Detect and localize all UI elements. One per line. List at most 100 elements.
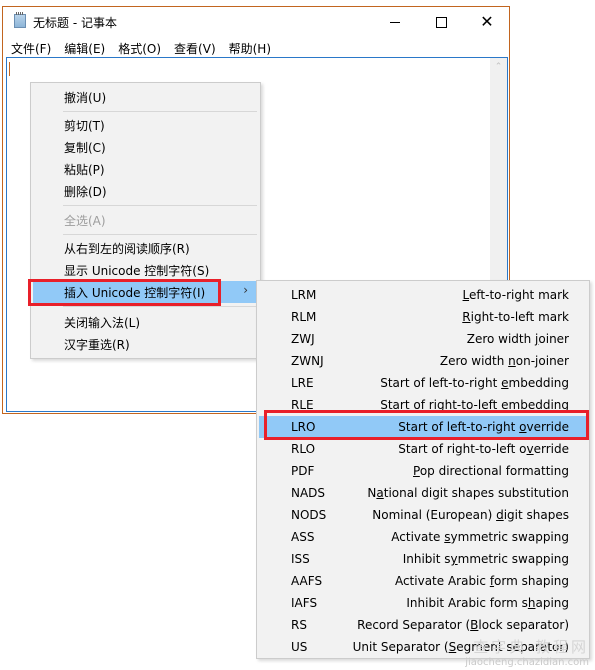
- watermark-url: jiaocheng.chazidian.com: [465, 657, 589, 668]
- control-code: IAFS: [291, 596, 318, 610]
- menu-format[interactable]: 格式(O): [112, 37, 168, 57]
- description-text: aping: [535, 596, 569, 610]
- submenu-item-zwj[interactable]: ZWJ Zero width joiner: [259, 328, 587, 350]
- control-code: RS: [291, 618, 307, 632]
- access-key: a: [376, 486, 384, 500]
- submenu-item-rlo[interactable]: RLO Start of right-to-left override: [259, 438, 587, 460]
- submenu-item-lrm[interactable]: LRM Left-to-right mark: [259, 284, 587, 306]
- control-description: Left-to-right mark: [463, 288, 569, 302]
- submenu-item-ass[interactable]: ASS Activate symmetric swapping: [259, 526, 587, 548]
- control-description: Inhibit Arabic form shaping: [406, 596, 569, 610]
- control-code: LRM: [291, 288, 317, 302]
- description-text: eft-to-right mark: [469, 288, 569, 302]
- access-key: o: [519, 420, 527, 434]
- menu-item-label: 剪切(T): [64, 119, 105, 133]
- submenu-arrow-icon: ›: [243, 283, 248, 297]
- control-description: Start of left-to-right override: [398, 420, 569, 434]
- control-code: NADS: [291, 486, 326, 500]
- menu-help[interactable]: 帮助(H): [223, 37, 278, 57]
- access-key: n: [508, 354, 516, 368]
- menu-item-label: 插入 Unicode 控制字符(I): [64, 286, 206, 300]
- control-code: ASS: [291, 530, 315, 544]
- control-code: PDF: [291, 464, 315, 478]
- description-text: orm shaping: [494, 574, 569, 588]
- submenu-item-nads[interactable]: NADS National digit shapes substitution: [259, 482, 587, 504]
- menu-item-label: 显示 Unicode 控制字符(S): [64, 264, 210, 278]
- control-description: Record Separator (Block separator): [357, 618, 569, 632]
- description-text: ymmetric swapping: [450, 530, 569, 544]
- menu-item-insert-unicode-control[interactable]: 插入 Unicode 控制字符(I) ›: [33, 281, 258, 303]
- menu-item-paste[interactable]: 粘贴(P): [33, 158, 258, 180]
- menu-view[interactable]: 查看(V): [168, 37, 223, 57]
- description-text: bedding: [520, 398, 569, 412]
- menu-separator: [63, 234, 257, 235]
- notepad-app-icon: [14, 12, 26, 28]
- access-key: d: [496, 508, 504, 522]
- control-description: Start of left-to-right embedding: [380, 376, 569, 390]
- menu-file[interactable]: 文件(F): [5, 37, 58, 57]
- menu-separator: [63, 205, 257, 206]
- menu-item-label: 从右到左的阅读顺序(R): [64, 242, 190, 256]
- control-description: Zero width joiner: [467, 332, 569, 346]
- minimize-button[interactable]: [372, 7, 418, 37]
- menu-item-cut[interactable]: 剪切(T): [33, 114, 258, 136]
- description-text: op directional formatting: [419, 464, 569, 478]
- description-text: ight-to-left mark: [470, 310, 569, 324]
- submenu-item-nods[interactable]: NODS Nominal (European) digit shapes: [259, 504, 587, 526]
- control-description: Start of right-to-left embedding: [380, 398, 569, 412]
- menu-item-label: 粘贴(P): [64, 163, 105, 177]
- menu-item-show-unicode-control[interactable]: 显示 Unicode 控制字符(S): [33, 259, 258, 281]
- submenu-item-pdf[interactable]: PDF Pop directional formatting: [259, 460, 587, 482]
- maximize-button[interactable]: [418, 7, 464, 37]
- control-description: Right-to-left mark: [462, 310, 569, 324]
- description-text: igit shapes: [503, 508, 569, 522]
- control-code: NODS: [291, 508, 327, 522]
- control-code: AAFS: [291, 574, 323, 588]
- menu-item-label: 撤消(U): [64, 91, 107, 105]
- menu-item-rtl-reading-order[interactable]: 从右到左的阅读顺序(R): [33, 237, 258, 259]
- description-text: erride: [533, 442, 569, 456]
- menu-item-select-all: 全选(A): [33, 209, 258, 231]
- control-code: RLO: [291, 442, 316, 456]
- control-code: RLM: [291, 310, 317, 324]
- menu-edit[interactable]: 编辑(E): [58, 37, 112, 57]
- description-text: verride: [526, 420, 569, 434]
- description-text: tional digit shapes substitution: [383, 486, 569, 500]
- submenu-item-aafs[interactable]: AAFS Activate Arabic form shaping: [259, 570, 587, 592]
- watermark: 查字典 教程网 jiaocheng.chazidian.com: [465, 636, 589, 668]
- maximize-icon: [435, 16, 447, 28]
- access-key: m: [508, 398, 521, 412]
- menu-item-undo[interactable]: 撤消(U): [33, 86, 258, 108]
- control-description: Nominal (European) digit shapes: [372, 508, 569, 522]
- submenu-item-iss[interactable]: ISS Inhibit symmetric swapping: [259, 548, 587, 570]
- close-button[interactable]: ✕: [464, 7, 510, 37]
- description-text: mmetric swapping: [457, 552, 569, 566]
- access-key: e: [501, 376, 509, 390]
- access-key: y: [450, 552, 458, 566]
- control-description: Zero width non-joiner: [440, 354, 569, 368]
- submenu-item-rlm[interactable]: RLM Right-to-left mark: [259, 306, 587, 328]
- description-text: Start of left-to-right: [380, 376, 502, 390]
- control-description: Activate symmetric swapping: [391, 530, 569, 544]
- submenu-item-lre[interactable]: LRE Start of left-to-right embedding: [259, 372, 587, 394]
- description-text: oiner: [538, 332, 569, 346]
- title-bar[interactable]: 无标题 - 记事本 ✕: [3, 7, 509, 37]
- description-text: Start of right-to-left o: [398, 442, 527, 456]
- menu-bar: 文件(F) 编辑(E) 格式(O) 查看(V) 帮助(H): [3, 37, 509, 57]
- description-text: Unit Separator (: [352, 640, 449, 654]
- submenu-item-zwnj[interactable]: ZWNJ Zero width non-joiner: [259, 350, 587, 372]
- submenu-item-iafs[interactable]: IAFS Inhibit Arabic form shaping: [259, 592, 587, 614]
- access-key: v: [526, 442, 534, 456]
- menu-separator: [63, 306, 257, 307]
- submenu-item-rs[interactable]: RS Record Separator (Block separator): [259, 614, 587, 636]
- menu-item-reconversion[interactable]: 汉字重选(R): [33, 333, 258, 355]
- menu-item-close-ime[interactable]: 关闭输入法(L): [33, 311, 258, 333]
- menu-item-copy[interactable]: 复制(C): [33, 136, 258, 158]
- context-menu: 撤消(U) 剪切(T) 复制(C) 粘贴(P) 删除(D) 全选(A) 从右到左…: [30, 82, 261, 359]
- control-description: Inhibit symmetric swapping: [403, 552, 569, 566]
- watermark-title: 查字典 教程网: [473, 638, 589, 656]
- menu-item-delete[interactable]: 删除(D): [33, 180, 258, 202]
- submenu-item-lro[interactable]: LRO Start of left-to-right override: [259, 416, 587, 438]
- scroll-up-arrow-icon[interactable]: ⌃: [490, 58, 507, 75]
- submenu-item-rle[interactable]: RLE Start of right-to-left embedding: [259, 394, 587, 416]
